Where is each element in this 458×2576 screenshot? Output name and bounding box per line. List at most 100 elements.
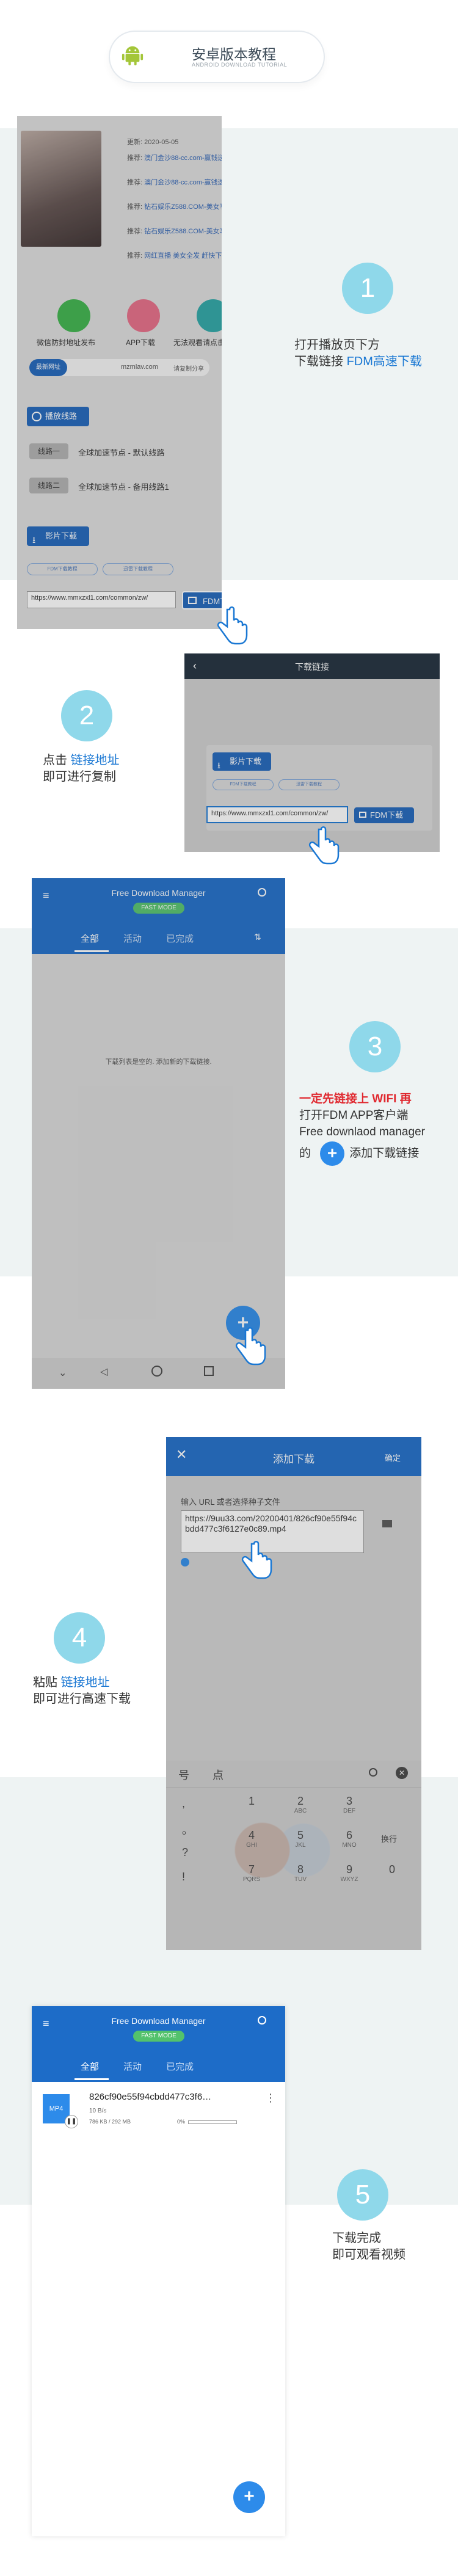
info-label: 推荐: — [127, 203, 143, 211]
add-download-button[interactable]: + — [233, 2481, 265, 2513]
key-3[interactable]: 3 DEF — [331, 1795, 368, 1814]
ad-link[interactable]: 网红直播 美女全发 赶快下载 — [144, 252, 222, 260]
ime-key[interactable]: 点 — [213, 1767, 224, 1783]
ime-bar: 号 点 ✕ — [166, 1761, 421, 1788]
hand-pointer-icon — [308, 826, 340, 865]
keyboard-close-icon[interactable]: ✕ — [396, 1767, 408, 1779]
ime-key[interactable]: 号 — [178, 1767, 189, 1783]
fdm-tutorial-button[interactable]: FDM下载教程 — [213, 779, 274, 790]
play-line-button[interactable]: 播放线路 — [27, 407, 89, 426]
nav-home-icon[interactable] — [151, 1366, 162, 1377]
download-url-field[interactable]: https://www.mmxzxl1.com/common/zw/ — [206, 806, 348, 823]
step-warning: 一定先链接上 WIFI 再 — [299, 1093, 412, 1105]
movie-download-label: 影片下载 — [230, 757, 262, 766]
tab-active[interactable]: 活动 — [123, 2060, 142, 2073]
fast-mode-badge[interactable]: FAST MODE — [133, 903, 184, 914]
symbol-key[interactable]: 。 — [182, 1822, 193, 1838]
more-icon[interactable]: ⋮ — [265, 2092, 276, 2105]
tab-active[interactable]: 活动 — [123, 932, 142, 945]
tab-all[interactable]: 全部 — [81, 932, 99, 945]
app-download-icon[interactable] — [127, 299, 160, 332]
key-9[interactable]: 9 WXYZ — [331, 1863, 368, 1883]
step-1-text: 打开播放页下方 下载链接 FDM高速下载 — [294, 337, 422, 370]
fast-mode-badge[interactable]: FAST MODE — [133, 2031, 184, 2042]
ad-link[interactable]: 钻石娱乐Z588.COM-美女享豪礼 — [144, 203, 222, 211]
play-icon — [32, 412, 42, 421]
step-text-line: 即可观看视频 — [332, 2248, 405, 2261]
text-cursor-handle[interactable] — [181, 1558, 189, 1566]
step-5-badge: 5 — [337, 2169, 388, 2221]
download-list-item[interactable]: MP4 ❚❚ 826cf90e55f94cbdd477c3f6… 10 B/s … — [32, 2082, 285, 2133]
latest-url-site: mzmlav.com — [121, 363, 158, 371]
key-5[interactable]: 5 JKL — [282, 1829, 319, 1849]
key-letters: JKL — [295, 1842, 306, 1849]
plus-icon: + — [320, 1141, 344, 1166]
symbol-key[interactable]: ! — [182, 1871, 185, 1883]
search-icon[interactable] — [258, 888, 266, 897]
fdm-tutorial-button[interactable]: FDM下载教程 — [27, 563, 98, 575]
key-letters: ABC — [294, 1808, 307, 1814]
key-1[interactable]: 1 — [233, 1795, 270, 1808]
nav-back-icon[interactable]: ◁ — [100, 1366, 107, 1378]
folder-icon[interactable] — [382, 1520, 392, 1527]
symbol-key[interactable]: ? — [182, 1846, 188, 1859]
tab-all[interactable]: 全部 — [81, 2060, 99, 2073]
screenshot-fdm-downloading: ≡ Free Download Manager FAST MODE 全部 活动 … — [32, 2006, 285, 2536]
nav-down-icon[interactable]: ⌄ — [59, 1367, 67, 1379]
url-input[interactable]: https://9uu33.com/20200401/826cf90e55f94… — [181, 1510, 364, 1553]
confirm-button[interactable]: 确定 — [385, 1452, 401, 1463]
latest-url-bar[interactable]: 最新网址 mzmlav.com 请复制分享 — [29, 359, 209, 376]
ad-link[interactable]: 钻石娱乐Z588.COM-美女享豪礼 — [144, 228, 222, 235]
sort-icon[interactable]: ⇅ — [254, 932, 261, 942]
tab-indicator — [75, 950, 109, 952]
step-text-line: 的 — [299, 1147, 311, 1160]
tab-completed[interactable]: 已完成 — [166, 932, 194, 945]
hand-pointer-icon — [235, 1327, 266, 1366]
step-4-text: 粘贴 链接地址 即可进行高速下载 — [33, 1675, 131, 1708]
fdm-title: Free Download Manager — [111, 2016, 206, 2026]
add-download-title: 添加下载 — [273, 1454, 314, 1465]
dialog-header: ‹ 下载链接 — [184, 653, 440, 679]
movie-download-button[interactable]: ⭳ 影片下载 — [27, 526, 89, 546]
download-url-field[interactable]: https://www.mmxzxl1.com/common/zw/ — [27, 591, 176, 608]
movie-download-button[interactable]: ⭳ 影片下载 — [213, 752, 271, 771]
no-view-icon[interactable] — [197, 299, 222, 332]
step-text-line: 添加下载链接 — [349, 1147, 420, 1160]
key-number: 2 — [297, 1795, 304, 1807]
step-text-line: 打开FDM APP客户端 — [299, 1109, 409, 1122]
ad-link[interactable]: 澳门金沙88-cc.com-赢钱送美女 — [144, 155, 222, 162]
key-number: 1 — [248, 1795, 255, 1807]
line-tag[interactable]: 线路二 — [29, 478, 68, 493]
enter-key[interactable]: 换行 — [381, 1833, 397, 1844]
key-number: 3 — [346, 1795, 352, 1807]
keyboard-search-icon[interactable] — [369, 1768, 377, 1777]
key-2[interactable]: 2 ABC — [282, 1795, 319, 1814]
key-number: 0 — [388, 1863, 395, 1876]
pause-icon[interactable]: ❚❚ — [65, 2115, 78, 2128]
key-number: 4 — [248, 1829, 255, 1841]
key-8[interactable]: 8 TUV — [282, 1863, 319, 1883]
wechat-icon[interactable] — [57, 299, 90, 332]
fdm-download-button[interactable]: FDM下载 — [354, 807, 414, 823]
key-4[interactable]: 4 GHI — [233, 1829, 270, 1849]
key-number: 6 — [346, 1829, 352, 1841]
key-0[interactable]: 0 — [374, 1863, 410, 1876]
thunder-tutorial-button[interactable]: 迅雷下载教程 — [103, 563, 173, 575]
step-text-line: 点击 — [43, 754, 71, 767]
key-7[interactable]: 7 PQRS — [233, 1863, 270, 1883]
empty-list-message: 下载列表是空的. 添加新的下载链接. — [105, 1058, 212, 1066]
ad-link[interactable]: 澳门金沙88-cc.com-赢钱送美女 — [144, 179, 222, 186]
step-3-text: 一定先链接上 WIFI 再 打开FDM APP客户端 Free downlaod… — [299, 1091, 425, 1166]
line-text[interactable]: 全球加速节点 - 默认线路 — [78, 446, 165, 458]
info-label: 更新: — [127, 139, 143, 146]
nav-recent-icon[interactable] — [204, 1366, 214, 1376]
key-6[interactable]: 6 MNO — [331, 1829, 368, 1849]
thunder-tutorial-button[interactable]: 迅雷下载教程 — [278, 779, 340, 790]
key-letters: TUV — [294, 1876, 307, 1883]
line-tag[interactable]: 线路一 — [29, 443, 68, 459]
search-icon[interactable] — [258, 2016, 266, 2025]
line-text[interactable]: 全球加速节点 - 备用线路1 — [78, 481, 169, 492]
tab-completed[interactable]: 已完成 — [166, 2060, 194, 2073]
symbol-key[interactable]: , — [182, 1797, 185, 1810]
file-name: 826cf90e55f94cbdd477c3f6… — [89, 2092, 212, 2102]
